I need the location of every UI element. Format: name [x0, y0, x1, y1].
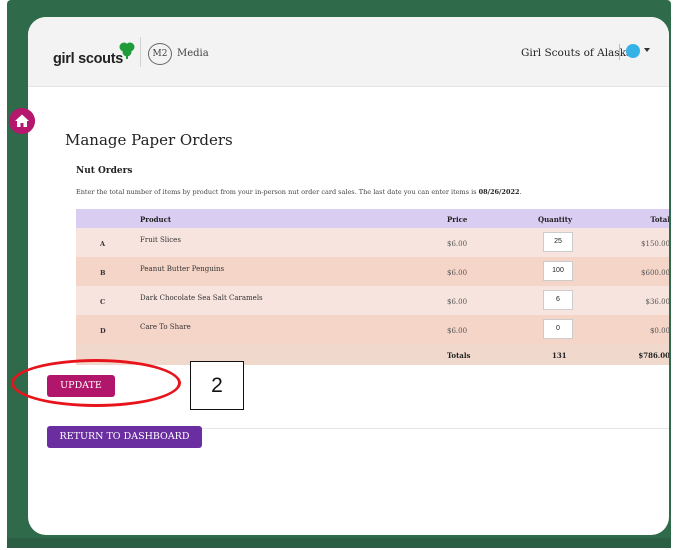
- product-price: $6.00: [447, 327, 468, 335]
- header-divider: [140, 37, 141, 67]
- top-header: girl scouts M2 Media Girl Scouts of Alas…: [28, 17, 669, 87]
- instructions-text: Enter the total number of items by produ…: [76, 188, 522, 196]
- col-quantity: Quantity: [538, 215, 573, 224]
- row-total: $600.00: [641, 269, 669, 277]
- girl-scouts-logo[interactable]: girl scouts: [53, 51, 123, 67]
- totals-label: Totals: [447, 351, 471, 360]
- home-icon[interactable]: [9, 108, 35, 134]
- table-row: C Dark Chocolate Sea Salt Caramels $6.00…: [76, 286, 669, 315]
- media-label: Media: [177, 48, 209, 59]
- col-price: Price: [447, 215, 468, 224]
- quantity-input[interactable]: 25: [543, 232, 573, 252]
- row-letter: A: [100, 240, 106, 248]
- return-to-dashboard-button[interactable]: RETURN TO DASHBOARD: [47, 426, 202, 448]
- header-divider-right: [619, 44, 620, 60]
- table-totals-row: Totals 131 $786.00: [76, 344, 669, 365]
- product-name: Peanut Butter Penguins: [140, 265, 225, 273]
- orders-table: Product Price Quantity Total A Fruit Sli…: [76, 209, 669, 365]
- highlight-ellipse: [11, 359, 181, 407]
- product-name: Dark Chocolate Sea Salt Caramels: [140, 294, 263, 302]
- product-price: $6.00: [447, 269, 468, 277]
- app-window: girl scouts M2 Media Girl Scouts of Alas…: [28, 17, 669, 535]
- table-row: A Fruit Slices $6.00 25 $150.00: [76, 228, 669, 257]
- totals-amount: $786.00: [638, 351, 669, 360]
- page-title: Manage Paper Orders: [65, 131, 233, 149]
- council-name: Girl Scouts of Alaska: [521, 47, 633, 59]
- deadline-date: 08/26/2022: [478, 188, 520, 196]
- row-total: $150.00: [641, 240, 669, 248]
- product-name: Fruit Slices: [140, 236, 181, 244]
- section-title: Nut Orders: [76, 166, 133, 176]
- row-letter: C: [100, 298, 106, 306]
- col-product: Product: [140, 215, 172, 224]
- frame-bottom-bar: [7, 538, 671, 548]
- row-total: $0.00: [649, 327, 669, 335]
- table-header: Product Price Quantity Total: [76, 209, 669, 228]
- chevron-down-icon[interactable]: [644, 48, 650, 52]
- col-total: Total: [650, 215, 669, 224]
- totals-quantity: 131: [552, 351, 567, 360]
- table-row: B Peanut Butter Penguins $6.00 100 $600.…: [76, 257, 669, 286]
- table-row: D Care To Share $6.00 0 $0.00: [76, 315, 669, 344]
- product-name: Care To Share: [140, 323, 191, 331]
- row-letter: D: [100, 327, 106, 335]
- trefoil-logo-icon: [119, 42, 135, 59]
- product-price: $6.00: [447, 298, 468, 306]
- product-price: $6.00: [447, 240, 468, 248]
- quantity-input[interactable]: 6: [543, 290, 573, 310]
- quantity-input[interactable]: 100: [543, 261, 573, 281]
- m2-media-logo-icon: M2: [148, 43, 172, 65]
- row-total: $36.00: [645, 298, 670, 306]
- step-number-callout: 2: [190, 361, 244, 410]
- row-letter: B: [100, 269, 106, 277]
- quantity-input[interactable]: 0: [543, 319, 573, 339]
- user-avatar[interactable]: [626, 44, 640, 58]
